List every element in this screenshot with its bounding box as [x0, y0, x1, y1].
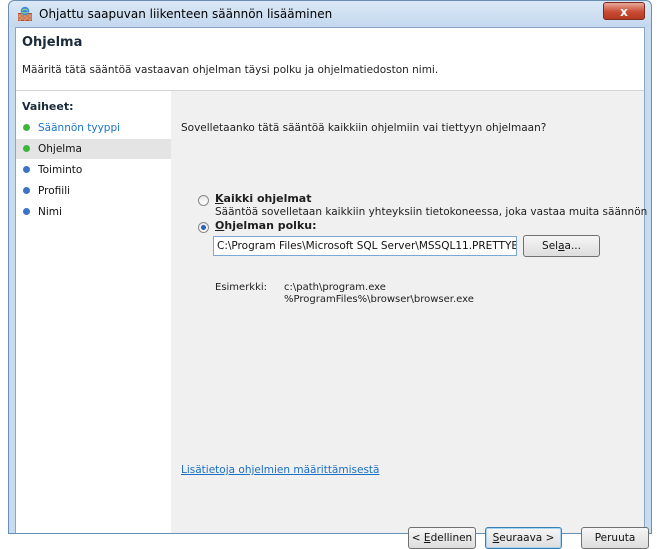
button-text: Sel: [542, 240, 559, 252]
step-name: Nimi: [16, 202, 171, 222]
page-description: Määritä tätä sääntöä vastaavan ohjelman …: [22, 64, 439, 76]
all-programs-label[interactable]: Kaikki ohjelmat: [215, 192, 312, 205]
step-pending-icon: [23, 187, 30, 194]
step-label: Profiili: [38, 185, 71, 197]
title-bar[interactable]: Ohjattu saapuvan liikenteen säännön lisä…: [9, 1, 651, 27]
steps-title: Vaiheet:: [22, 100, 74, 113]
step-label: Toiminto: [38, 164, 83, 176]
scope-question: Sovelletaanko tätä sääntöä kaikkiin ohje…: [181, 122, 547, 134]
example-line: c:\path\program.exe: [284, 282, 386, 293]
button-text: a...: [564, 240, 581, 252]
browse-button[interactable]: Selaa...: [523, 235, 600, 257]
label-text: aikki ohjelmat: [223, 192, 312, 205]
step-done-icon: [23, 124, 30, 131]
step-pending-icon: [23, 166, 30, 173]
step-program: Ohjelma: [16, 139, 171, 159]
example-label: Esimerkki:: [215, 282, 268, 293]
access-key: O: [215, 219, 225, 232]
close-icon: x: [620, 5, 628, 19]
access-key: K: [215, 192, 224, 205]
cancel-button[interactable]: Peruuta: [581, 527, 649, 549]
program-path-input[interactable]: C:\Program Files\Microsoft SQL Server\MS…: [213, 236, 517, 256]
label-text: hjelman polku:: [224, 219, 317, 232]
wizard-content: Sovelletaanko tätä sääntöä kaikkiin ohje…: [171, 91, 649, 549]
all-programs-description: Sääntöä sovelletaan kaikkiin yhteyksiin …: [215, 206, 648, 218]
close-button[interactable]: x: [603, 2, 645, 20]
wizard-window: Ohjattu saapuvan liikenteen säännön lisä…: [8, 0, 652, 549]
step-pending-icon: [23, 208, 30, 215]
step-current-icon: [23, 145, 30, 152]
program-path-radio[interactable]: [198, 222, 209, 233]
back-button[interactable]: < Edellinen: [408, 527, 476, 549]
program-path-label[interactable]: Ohjelman polku:: [215, 219, 316, 232]
all-programs-radio[interactable]: [198, 195, 209, 206]
step-rule-type[interactable]: Säännön tyyppi: [16, 118, 171, 138]
step-label: Ohjelma: [38, 143, 82, 155]
learn-more-link[interactable]: Lisätietoja ohjelmien määrittämisestä: [181, 464, 379, 476]
steps-sidebar: Vaiheet: Säännön tyyppi Ohjelma Toiminto…: [16, 91, 171, 533]
next-button[interactable]: Seuraava >: [485, 527, 562, 549]
wizard-header: Ohjelma Määritä tätä sääntöä vastaavan o…: [16, 28, 644, 91]
firewall-app-icon: [18, 6, 32, 21]
window-title: Ohjattu saapuvan liikenteen säännön lisä…: [39, 7, 333, 21]
wizard-client-area: Ohjelma Määritä tätä sääntöä vastaavan o…: [15, 27, 649, 549]
step-label: Nimi: [38, 206, 62, 218]
page-title: Ohjelma: [22, 35, 83, 50]
step-profile: Profiili: [16, 181, 171, 201]
example-line: %ProgramFiles%\browser\browser.exe: [284, 294, 474, 305]
step-label: Säännön tyyppi: [38, 122, 121, 134]
step-action: Toiminto: [16, 160, 171, 180]
